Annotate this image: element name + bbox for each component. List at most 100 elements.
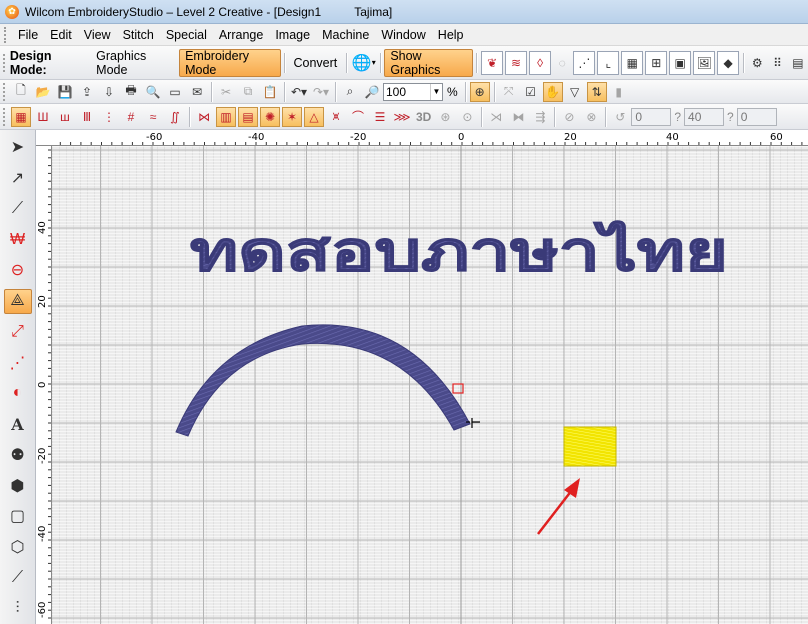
- fill-stitch-icon[interactable]: Ⅲ: [77, 107, 97, 127]
- lines-fill-icon[interactable]: ☰: [370, 107, 390, 127]
- print-icon[interactable]: 🖶: [121, 82, 141, 102]
- star-fill-icon[interactable]: ✶: [282, 106, 302, 127]
- satin-stitch-icon[interactable]: ▦: [11, 106, 31, 127]
- node-points-icon[interactable]: ⋰: [573, 50, 596, 75]
- menu-arrange[interactable]: Arrange: [213, 25, 269, 45]
- remove-overlap-icon[interactable]: ⊘: [559, 107, 579, 127]
- zoom-level-combo[interactable]: 100 ▼: [383, 82, 443, 101]
- arc-satin-object[interactable]: [175, 324, 471, 437]
- radial-fill-icon[interactable]: ✺: [260, 106, 280, 127]
- small-grid-icon[interactable]: ▤: [789, 53, 807, 73]
- jagged-fill-icon[interactable]: ⋙: [392, 107, 412, 127]
- menu-stitch[interactable]: Stitch: [117, 25, 160, 45]
- effect-gray-icon[interactable]: ⊛: [435, 107, 455, 127]
- contour-stitch-icon[interactable]: ∬: [165, 107, 185, 127]
- people-icon[interactable]: ⚉: [4, 443, 32, 468]
- thread-icon[interactable]: ▮: [609, 82, 629, 102]
- step-stitch-icon[interactable]: ш: [55, 107, 75, 127]
- table-grid-icon[interactable]: ⊞: [645, 50, 668, 75]
- redo-icon[interactable]: ↷▾: [311, 82, 331, 102]
- reshape-icon[interactable]: ⤧: [499, 82, 519, 102]
- yellow-fill-object[interactable]: [563, 426, 617, 467]
- split-icon[interactable]: ⋊: [486, 107, 506, 127]
- select-arrow-icon[interactable]: ➤: [4, 135, 32, 160]
- undo-icon[interactable]: ↶▾: [289, 82, 309, 102]
- convert-button[interactable]: Convert: [288, 49, 344, 77]
- toolbar-grip[interactable]: [3, 107, 7, 126]
- offset-icon[interactable]: ⇶: [530, 107, 550, 127]
- hoop-icon[interactable]: ⬡: [4, 535, 32, 560]
- menu-grip[interactable]: [4, 26, 8, 43]
- rotate-angle-field[interactable]: 0: [631, 107, 672, 126]
- rotate-icon[interactable]: ↺: [610, 107, 630, 127]
- menu-help[interactable]: Help: [432, 25, 470, 45]
- send-icon[interactable]: ✉: [187, 82, 207, 102]
- reshape-node-icon[interactable]: ↗: [4, 166, 32, 191]
- tatami-stitch-icon[interactable]: Ш: [33, 107, 53, 127]
- wave-stitch-icon[interactable]: ≈: [143, 107, 163, 127]
- menu-edit[interactable]: Edit: [44, 25, 78, 45]
- copy-icon[interactable]: ⧉: [238, 82, 258, 102]
- curved-fill-icon[interactable]: ⌒: [348, 107, 368, 127]
- import-icon[interactable]: ⇩: [99, 82, 119, 102]
- pattern-stitch-icon[interactable]: ⋮: [99, 107, 119, 127]
- network-icon[interactable]: ⚙: [748, 53, 766, 73]
- column-b-icon[interactable]: ▥: [216, 106, 236, 127]
- checkbox-icon[interactable]: ☑: [521, 82, 541, 102]
- image-frame-icon[interactable]: 🖼: [693, 50, 716, 75]
- embroidery-mode-button[interactable]: Embroidery Mode: [179, 48, 281, 77]
- triangle-fill-icon[interactable]: △: [304, 106, 324, 127]
- menu-view[interactable]: View: [78, 25, 117, 45]
- center-view-icon[interactable]: ⊕: [469, 81, 490, 102]
- trapunto-icon[interactable]: ⩙: [326, 107, 346, 127]
- column-a-icon[interactable]: ⋈: [194, 107, 214, 127]
- chevron-down-icon[interactable]: ▼: [430, 83, 442, 100]
- dashed-shape-icon[interactable]: ◌: [553, 53, 571, 73]
- new-file-icon[interactable]: 🗋: [11, 82, 31, 102]
- leaf-outline-icon[interactable]: ◊: [529, 50, 552, 75]
- save-icon[interactable]: 💾: [55, 82, 75, 102]
- menu-image[interactable]: Image: [269, 25, 316, 45]
- monogram-icon[interactable]: ⬢: [4, 473, 32, 498]
- knife-icon[interactable]: ⟋: [4, 197, 32, 222]
- corner-select-icon[interactable]: ⌞: [597, 50, 620, 75]
- wave-satin-icon[interactable]: ₩: [4, 227, 32, 252]
- menu-machine[interactable]: Machine: [316, 25, 375, 45]
- toolbar-grip[interactable]: [3, 82, 7, 101]
- menu-window[interactable]: Window: [375, 25, 431, 45]
- cut-icon[interactable]: ✂: [216, 82, 236, 102]
- run-stitch-icon[interactable]: ⋰: [4, 350, 32, 375]
- converge-icon[interactable]: ⧓: [508, 107, 528, 127]
- line-tool-icon[interactable]: ⤢: [4, 320, 32, 345]
- zoom-window-icon[interactable]: ⌕: [340, 82, 360, 102]
- menu-special[interactable]: Special: [160, 25, 213, 45]
- shapes-color-icon[interactable]: ◆: [717, 50, 740, 75]
- template-icon[interactable]: ▭: [165, 82, 185, 102]
- align-icon[interactable]: ⫶: [4, 596, 32, 621]
- menu-file[interactable]: File: [12, 25, 44, 45]
- graphics-mode-button[interactable]: Graphics Mode: [90, 49, 179, 77]
- globe-dropdown-icon[interactable]: 🌐 ▾: [350, 49, 377, 77]
- erase-icon[interactable]: ⊗: [581, 107, 601, 127]
- picture-icon[interactable]: ▣: [669, 50, 692, 75]
- print-preview-icon[interactable]: 🔍: [143, 82, 163, 102]
- thai-embroidery-text[interactable]: ทดสอบภาษาไทย: [189, 219, 728, 283]
- paste-icon[interactable]: 📋: [260, 82, 280, 102]
- 3d-label[interactable]: 3D: [416, 110, 431, 124]
- reshape-tool-icon[interactable]: ⟁: [3, 288, 32, 314]
- design-canvas[interactable]: ทดสอบภาษาไทย: [52, 146, 808, 624]
- hand-needle-icon[interactable]: ✋: [542, 81, 563, 102]
- skew-field[interactable]: 40: [684, 107, 725, 126]
- arc-tool-icon[interactable]: ◐: [4, 381, 32, 406]
- appliqué-icon[interactable]: ⟋: [4, 566, 32, 591]
- dotted-grid-icon[interactable]: ⠿: [768, 53, 786, 73]
- sleeve-icon[interactable]: ⊙: [457, 107, 477, 127]
- show-graphics-button[interactable]: Show Graphics: [384, 48, 474, 77]
- column-c-icon[interactable]: ▤: [238, 106, 258, 127]
- export-icon[interactable]: ⇪: [77, 82, 97, 102]
- zoom-icon[interactable]: 🔎: [362, 82, 382, 102]
- scale-field[interactable]: 0: [736, 107, 777, 126]
- grid-icon[interactable]: ▦: [621, 50, 644, 75]
- filter-icon[interactable]: ▽: [565, 82, 585, 102]
- fill-stripes-icon[interactable]: ≋: [505, 50, 528, 75]
